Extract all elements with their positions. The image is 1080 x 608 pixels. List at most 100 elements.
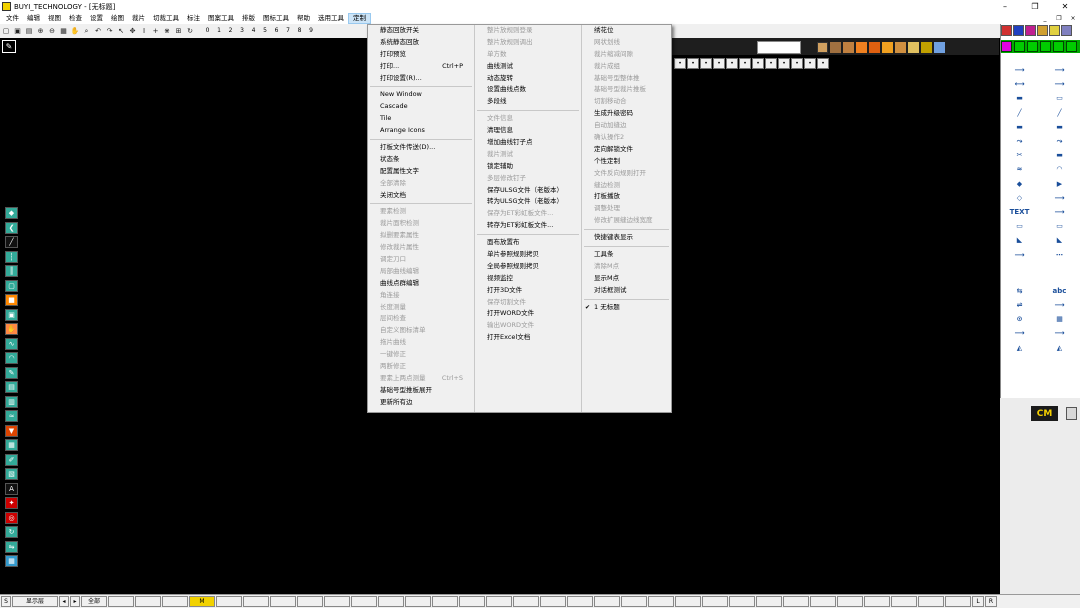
menu-item[interactable]: 图案工具 (204, 13, 238, 24)
pattern-tool-icon[interactable]: ⇌ (1003, 300, 1036, 310)
line-tool-icon[interactable]: ╱ (5, 236, 18, 248)
dot-cell[interactable]: • (778, 58, 790, 69)
frame-tool-icon[interactable]: ▢ (5, 279, 18, 292)
dropdown-menu-item[interactable]: 增加曲线钉子点 (475, 137, 581, 149)
toolbar-field[interactable] (757, 40, 801, 54)
dot-cell[interactable]: • (687, 58, 699, 69)
dot-cell[interactable]: • (700, 58, 712, 69)
magenta-tool-icon[interactable] (1025, 25, 1036, 36)
snap-icon[interactable]: ⋇ (162, 26, 172, 36)
pattern-tool-icon[interactable]: ⊙ (1003, 314, 1036, 324)
pattern-tool-icon[interactable]: ⟶ (1043, 79, 1076, 89)
menu-item[interactable]: 裁片 (128, 13, 149, 24)
diagonal-tool-icon[interactable] (1053, 41, 1064, 52)
pattern-tool-icon[interactable]: ▭ (1043, 93, 1076, 103)
hand-tool-icon[interactable]: ✋ (5, 323, 18, 335)
mdi-restore-button[interactable]: ❐ (1052, 13, 1066, 24)
dropdown-menu-item[interactable]: New Window (368, 89, 474, 101)
dropdown-menu-item[interactable]: 系统静态回放 (368, 37, 474, 49)
dropdown-menu-item[interactable]: 保存ULSG文件（老版本） (475, 185, 581, 197)
pattern-tool-icon[interactable]: ▬ (1043, 150, 1076, 160)
dropdown-menu-item[interactable]: 对话框测试 (582, 285, 671, 297)
square-tool-icon[interactable]: ▣ (5, 308, 18, 321)
corner-tool-icon[interactable]: ✎ (2, 40, 16, 53)
menu-item[interactable]: 选用工具 (314, 13, 348, 24)
menu-item[interactable]: 标注 (183, 13, 204, 24)
dropdown-menu-item[interactable]: 工具条 (582, 249, 671, 261)
dot-cell[interactable]: • (713, 58, 725, 69)
grid-tool-icon[interactable]: ▦ (5, 555, 18, 567)
dropdown-menu-item[interactable]: 锁定辅助 (475, 161, 581, 173)
menu-item[interactable]: 设置 (86, 13, 107, 24)
mirror-tool-icon[interactable]: ⇋ (5, 540, 18, 553)
pattern-tool-icon[interactable]: ◆ (1003, 179, 1036, 189)
dropdown-menu-item[interactable]: 打印设置(R)... (368, 73, 474, 85)
pattern-tool-icon[interactable]: ◣ (1003, 235, 1036, 245)
dropdown-menu-item[interactable]: 曲线测试 (475, 61, 581, 73)
pattern-tool-icon[interactable]: ⟶ (1043, 65, 1076, 75)
prev-layer-button[interactable]: ◂ (59, 596, 69, 607)
page-tool-icon[interactable]: ▤ (5, 381, 18, 393)
dropdown-menu-item[interactable]: 打印... Ctrl+P (368, 61, 474, 73)
pattern-tool-icon[interactable]: ▬ (1003, 122, 1036, 132)
layer-number-button[interactable]: 7 (283, 26, 293, 36)
wave-tool-icon[interactable]: ≈ (5, 410, 18, 422)
dropdown-menu-item[interactable]: 设置曲线点数 (475, 84, 581, 96)
hand-tool-icon[interactable] (843, 41, 854, 53)
ruler-tool-icon[interactable] (1037, 25, 1048, 36)
layer-number-button[interactable]: 9 (306, 26, 316, 36)
pattern-tool-icon[interactable]: ▬ (1043, 122, 1076, 132)
pattern-tool-icon[interactable]: ⟶ (1003, 250, 1036, 260)
pattern-tool-icon[interactable]: ▶ (1043, 179, 1076, 189)
pattern-tool-icon[interactable]: ◭ (1003, 343, 1036, 353)
crosshair-icon[interactable]: + (151, 26, 161, 36)
menu-item[interactable]: 排版 (238, 13, 259, 24)
dropdown-menu-item[interactable]: 关闭文档 (368, 190, 474, 202)
dropdown-menu-item[interactable]: 绣花位 (582, 25, 671, 37)
grid-icon[interactable]: ⊞ (174, 26, 184, 36)
dropdown-menu-item[interactable]: 动态旋转 (475, 73, 581, 85)
pattern-tool-icon[interactable]: ⟶ (1043, 193, 1076, 203)
dot-cell[interactable]: • (674, 58, 686, 69)
brush-tool-icon[interactable]: ✐ (5, 453, 18, 466)
dropdown-menu-item[interactable]: 转存为ET彩虹板文件... (475, 220, 581, 232)
gear-icon[interactable] (1049, 25, 1060, 36)
menu-item[interactable]: 图标工具 (259, 13, 293, 24)
zoom-in-icon[interactable]: ⊕ (36, 26, 46, 36)
pattern-tool-icon[interactable]: ▭ (1043, 221, 1076, 231)
layer-number-button[interactable]: 4 (249, 26, 259, 36)
pattern-tool-icon[interactable]: ⋯ (1043, 250, 1076, 260)
dropdown-menu-item[interactable]: 更新所有边 (368, 397, 474, 409)
dropdown-menu-item[interactable]: 打板文件传送(D)... (368, 142, 474, 154)
print-tool-icon[interactable] (1001, 41, 1012, 52)
diamond-tool-icon[interactable]: ◆ (5, 207, 18, 219)
menu-item[interactable]: 视图 (44, 13, 65, 24)
measure-tool-icon[interactable] (895, 41, 906, 53)
pattern-tool-icon[interactable]: ⟶ (1043, 300, 1076, 310)
dropdown-menu-item[interactable]: 全局参照规则拷贝 (475, 261, 581, 273)
dropdown-menu-item[interactable]: 打板播放 (582, 191, 671, 203)
pattern-tool-icon[interactable]: ⟷ (1003, 79, 1036, 89)
all-layers-label[interactable]: 全部 (81, 596, 107, 607)
menu-item[interactable]: 检查 (65, 13, 86, 24)
dropdown-menu-item[interactable]: 曲线点群编辑 (368, 278, 474, 290)
circle-tool-icon[interactable]: ◎ (5, 511, 18, 524)
palette-icon[interactable] (1061, 25, 1072, 36)
text-tool-icon[interactable]: A (5, 482, 18, 495)
pattern-tool-icon[interactable]: ▦ (1043, 314, 1076, 324)
rotate-tool-icon[interactable]: ↻ (5, 526, 18, 538)
dropdown-menu-item[interactable]: 打开3D文件 (475, 285, 581, 297)
orange-tool-icon[interactable]: ■ (5, 294, 18, 306)
dropdown-menu-item[interactable]: 单片参照规则拷贝 (475, 249, 581, 261)
dropdown-menu-item[interactable]: 静态回放开关 (368, 25, 474, 37)
ruler-tool-icon[interactable]: ▥ (5, 395, 18, 408)
circle-tool-icon[interactable] (1066, 41, 1077, 52)
dropdown-menu-item[interactable]: 快捷键表显示 (582, 232, 671, 244)
drop-tool-icon[interactable]: ✦ (5, 497, 18, 509)
status-l-button[interactable]: L (972, 596, 984, 607)
chevron-tool-icon[interactable]: ❮ (5, 221, 18, 234)
grid-tool-icon[interactable] (1040, 41, 1051, 52)
layer-number-button[interactable]: 3 (237, 26, 247, 36)
save-icon[interactable]: ▤ (24, 26, 34, 36)
dropdown-menu-item[interactable]: 定向解锁文件 (582, 144, 671, 156)
